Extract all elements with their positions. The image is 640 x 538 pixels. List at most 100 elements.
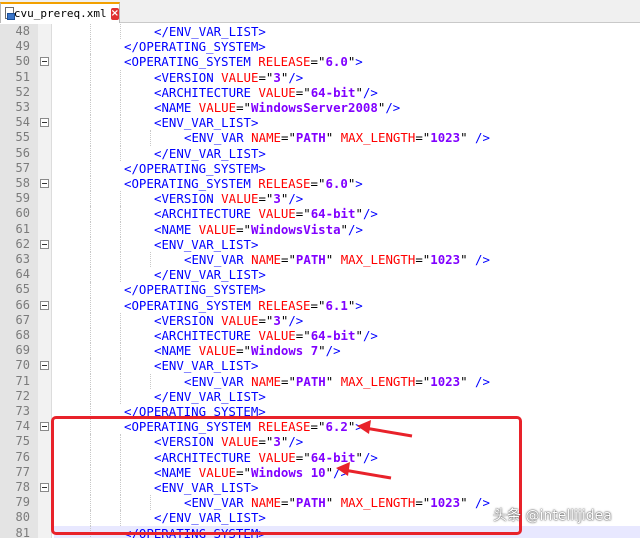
code-line[interactable]: 50 <OPERATING_SYSTEM RELEASE="6.0"> xyxy=(0,54,640,70)
indent-guide xyxy=(90,328,91,344)
xml-attr-value: 64-bit xyxy=(310,328,356,343)
xml-tag-end: /> xyxy=(325,343,341,359)
line-number: 64 xyxy=(15,267,30,282)
fold-toggle-icon[interactable] xyxy=(40,179,49,188)
xml-tag-name: ARCHITECTURE xyxy=(161,84,251,100)
code-line[interactable]: 71 <ENV_VAR NAME="PATH" MAX_LENGTH="1023"… xyxy=(0,373,640,389)
xml-tag-end: > xyxy=(355,297,363,313)
xml-quote: =" xyxy=(236,100,252,115)
xml-tag: </OPERATING_SYSTEM> xyxy=(124,282,266,298)
code-line[interactable]: 65 </OPERATING_SYSTEM> xyxy=(0,282,640,298)
xml-tag-end: > xyxy=(355,54,363,70)
line-number: 56 xyxy=(15,145,30,160)
code-line[interactable]: 62 <ENV_VAR_LIST> xyxy=(0,236,640,252)
xml-attr-name: NAME xyxy=(251,252,281,267)
xml-tag-name: ENV_VAR xyxy=(191,130,244,146)
indent-guide xyxy=(120,221,121,237)
fold-toggle-icon[interactable] xyxy=(40,483,49,492)
code-line[interactable]: 54 <ENV_VAR_LIST> xyxy=(0,115,640,131)
xml-tag: <ENV_VAR_LIST> xyxy=(154,358,259,374)
fold-toggle-icon[interactable] xyxy=(40,239,49,249)
xml-tag: </OPERATING_SYSTEM> xyxy=(124,39,266,55)
indent-guide xyxy=(90,24,91,40)
xml-attr-value: 64-bit xyxy=(310,206,356,222)
code-line[interactable]: 63 <ENV_VAR NAME="PATH" MAX_LENGTH="1023"… xyxy=(0,252,640,268)
indent-guide xyxy=(90,100,91,116)
xml-quote: =" xyxy=(415,130,431,146)
code-line[interactable]: 53 <NAME VALUE="WindowsServer2008"/> xyxy=(0,100,640,116)
code-line[interactable]: 59 <VERSION VALUE="3"/> xyxy=(0,191,640,207)
line-number: 61 xyxy=(15,221,30,236)
xml-tag-name: ARCHITECTURE xyxy=(161,328,251,343)
xml-attr-value: Windows 7 xyxy=(251,343,319,359)
code-line[interactable]: 72 </ENV_VAR_LIST> xyxy=(0,388,640,404)
code-line[interactable]: 61 <NAME VALUE="WindowsVista"/> xyxy=(0,221,640,237)
xml-tag-end: /> xyxy=(467,252,490,267)
xml-quote: =" xyxy=(415,252,431,267)
xml-attr-name: VALUE xyxy=(221,69,259,85)
code-line[interactable]: 60 <ARCHITECTURE VALUE="64-bit"/> xyxy=(0,206,640,222)
indent-guide xyxy=(90,54,91,70)
indent-guide xyxy=(90,130,91,146)
xml-tag-end: /> xyxy=(362,206,378,222)
xml-quote: =" xyxy=(295,206,311,222)
file-tab[interactable]: cvu_prereq.xml × xyxy=(0,2,120,23)
xml-quote: " xyxy=(355,206,363,222)
code-text: <ENV_VAR NAME="PATH" MAX_LENGTH="1023" /… xyxy=(54,252,640,267)
code-line[interactable]: 49 </OPERATING_SYSTEM> xyxy=(0,39,640,55)
code-line[interactable]: 69 <NAME VALUE="Windows 7"/> xyxy=(0,343,640,359)
line-number: 51 xyxy=(15,69,30,84)
code-text: <OPERATING_SYSTEM RELEASE="6.0"> xyxy=(54,176,640,191)
fold-toggle-icon[interactable] xyxy=(40,422,49,432)
line-number: 58 xyxy=(15,176,30,190)
code-text: <ENV_VAR NAME="PATH" MAX_LENGTH="1023" /… xyxy=(54,130,640,145)
close-tab-icon[interactable]: × xyxy=(110,7,119,20)
line-number: 52 xyxy=(15,84,30,99)
code-line[interactable]: 64 </ENV_VAR_LIST> xyxy=(0,267,640,283)
fold-toggle-icon[interactable] xyxy=(40,118,49,128)
fold-toggle-icon[interactable] xyxy=(40,361,49,371)
code-line[interactable]: 58 <OPERATING_SYSTEM RELEASE="6.0"> xyxy=(0,176,640,192)
code-line[interactable]: 67 <VERSION VALUE="3"/> xyxy=(0,312,640,328)
xml-quote: =" xyxy=(258,69,274,85)
code-text: <ARCHITECTURE VALUE="64-bit"/> xyxy=(54,85,640,100)
xml-attr-name: MAX_LENGTH xyxy=(340,373,416,389)
xml-tag: <ENV_VAR_LIST> xyxy=(154,236,259,252)
code-line[interactable]: 48 </ENV_VAR_LIST> xyxy=(0,24,640,40)
xml-attr-value: 64-bit xyxy=(310,84,356,100)
xml-quote: " xyxy=(355,328,363,343)
indent-guide xyxy=(120,358,121,374)
xml-tag-end: /> xyxy=(362,84,378,100)
fold-toggle-icon[interactable] xyxy=(40,57,49,67)
code-text: </OPERATING_SYSTEM> xyxy=(54,282,640,297)
xml-attr-value: 1023 xyxy=(430,373,461,389)
xml-tag-end: /> xyxy=(362,328,378,343)
code-line[interactable]: 70 <ENV_VAR_LIST> xyxy=(0,358,640,374)
indent-guide xyxy=(150,130,151,146)
fold-toggle-icon[interactable] xyxy=(40,300,49,310)
code-line[interactable]: 66 <OPERATING_SYSTEM RELEASE="6.1"> xyxy=(0,297,640,313)
code-line[interactable]: 68 <ARCHITECTURE VALUE="64-bit"/> xyxy=(0,328,640,344)
xml-quote: =" xyxy=(415,373,431,389)
indent-guide xyxy=(120,100,121,116)
code-line[interactable]: 52 <ARCHITECTURE VALUE="64-bit"/> xyxy=(0,84,640,100)
code-line[interactable]: 55 <ENV_VAR NAME="PATH" MAX_LENGTH="1023"… xyxy=(0,130,640,146)
xml-quote: =" xyxy=(295,84,311,100)
xml-tag-name: VERSION xyxy=(161,312,214,328)
code-line[interactable]: 56 </ENV_VAR_LIST> xyxy=(0,145,640,161)
indent-guide xyxy=(90,252,91,268)
indent-guide xyxy=(120,267,121,283)
xml-quote: =" xyxy=(310,54,326,70)
xml-tag-end: /> xyxy=(348,221,363,237)
xml-attr-name: VALUE xyxy=(258,84,296,100)
indent-guide xyxy=(120,191,121,207)
indent-guide xyxy=(90,343,91,359)
line-number: 74 xyxy=(15,419,30,434)
indent-guide xyxy=(120,312,121,328)
code-line[interactable]: 57 </OPERATING_SYSTEM> xyxy=(0,160,640,176)
xml-attr-value: 3 xyxy=(273,191,281,207)
indent-guide xyxy=(120,236,121,252)
xml-attr-value: PATH xyxy=(295,252,326,267)
code-line[interactable]: 51 <VERSION VALUE="3"/> xyxy=(0,69,640,85)
